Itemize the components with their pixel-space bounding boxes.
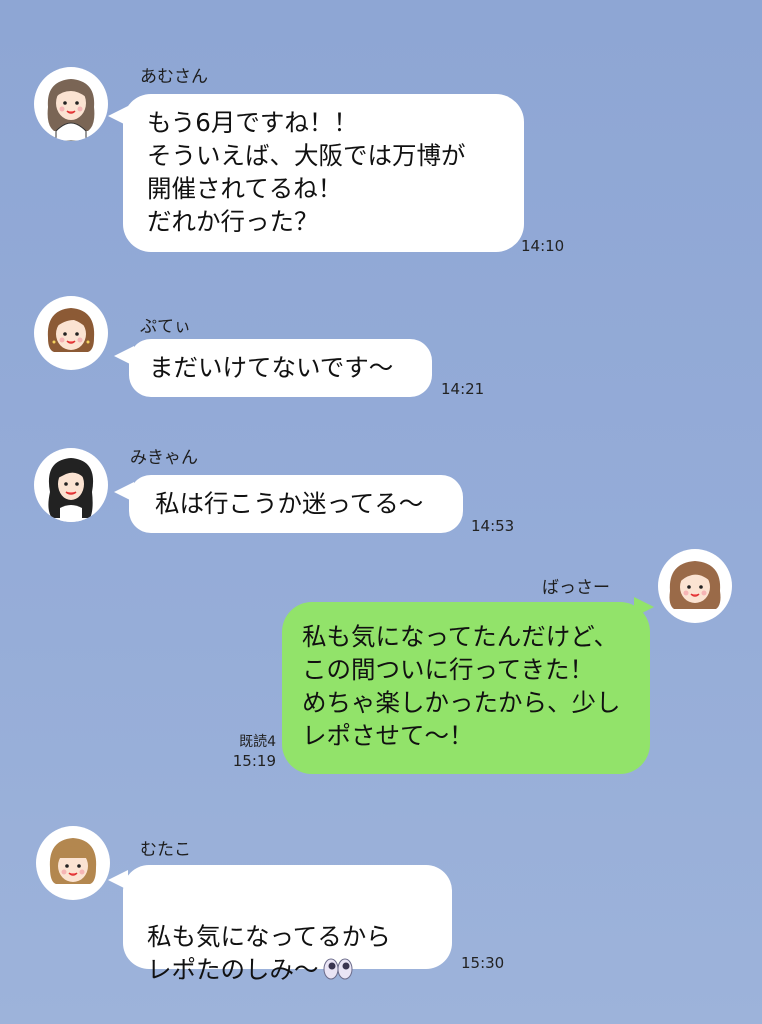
- read-count: 既読4: [239, 734, 276, 750]
- message-time: 15:30: [461, 954, 505, 972]
- message-bubble[interactable]: 私も気になってるから レポたのしみ～: [123, 865, 452, 984]
- message-time: 14:21: [441, 380, 485, 398]
- avatar-amusan[interactable]: [34, 67, 108, 141]
- eyes-emoji: [323, 956, 353, 989]
- sender-name: むたこ: [140, 840, 191, 860]
- avatar-bassa[interactable]: [658, 549, 732, 623]
- sender-name: ぷてぃ: [140, 317, 191, 337]
- avatar-puti[interactable]: [34, 296, 108, 370]
- avatar-mutako[interactable]: [36, 826, 110, 900]
- read-receipt: 既読4 15:19: [228, 733, 276, 771]
- sender-name: ばっさー: [542, 578, 610, 598]
- sender-name: あむさん: [140, 67, 208, 87]
- message-time: 14:53: [471, 517, 515, 535]
- message-bubble[interactable]: 私も気になってたんだけど、 この間ついに行ってきた！ めちゃ楽しかったから、少し…: [282, 602, 650, 774]
- message-time: 14:10: [521, 237, 565, 255]
- message-bubble[interactable]: 私は行こうか迷ってる～: [129, 475, 463, 533]
- message-bubble[interactable]: もう6月ですね！！ そういえば、大阪では万博が 開催されてるね！ だれか行った？: [123, 94, 524, 252]
- message-bubble[interactable]: まだいけてないです～: [129, 339, 432, 397]
- avatar-mikyan[interactable]: [34, 448, 108, 522]
- message-time: 15:19: [232, 752, 276, 770]
- sender-name: みきゃん: [130, 448, 198, 468]
